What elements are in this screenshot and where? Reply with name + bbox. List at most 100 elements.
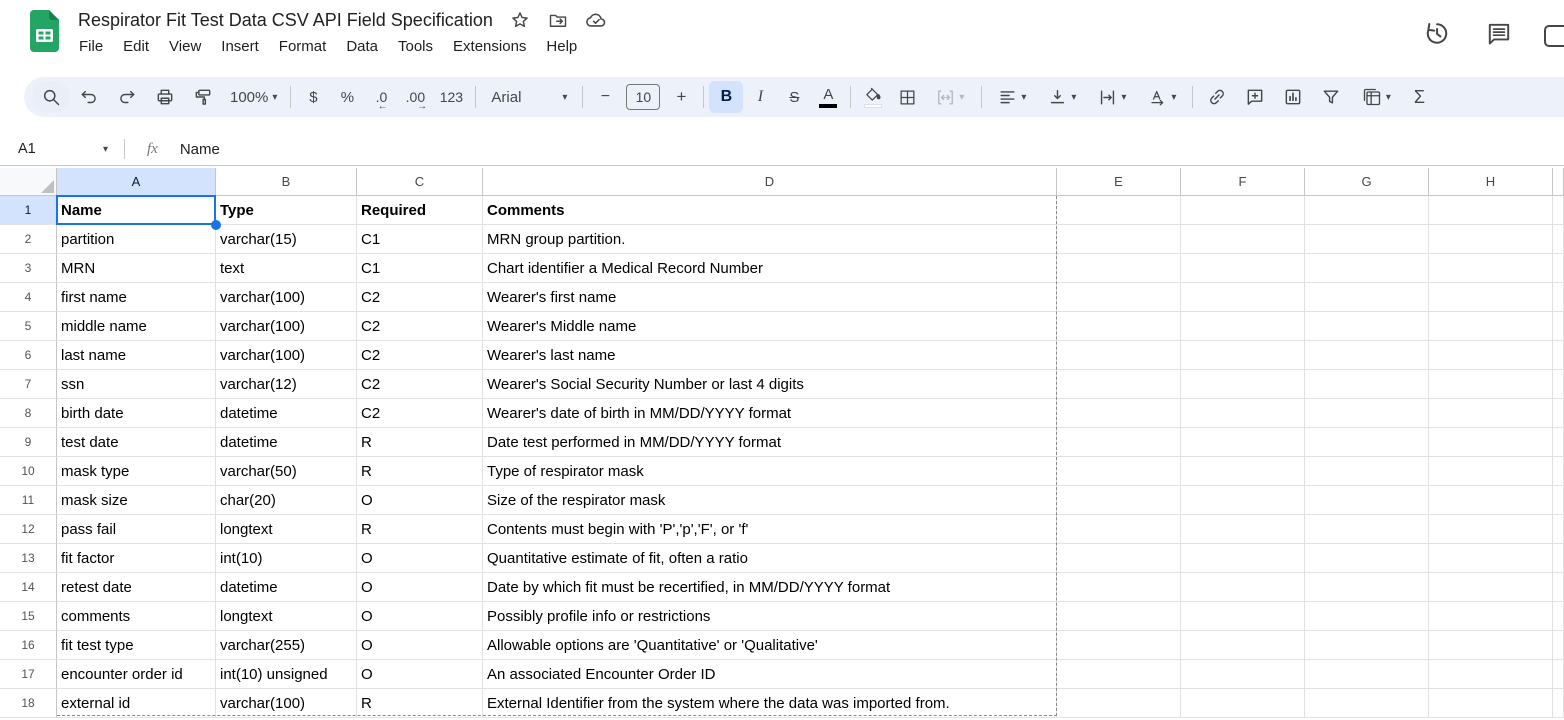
row-header-5[interactable]: 5	[0, 312, 57, 341]
cell-H3[interactable]	[1429, 254, 1553, 283]
cell-A13[interactable]: fit factor	[57, 544, 216, 573]
cell-H6[interactable]	[1429, 341, 1553, 370]
cell-F3[interactable]	[1181, 254, 1305, 283]
paint-format-icon[interactable]	[184, 81, 222, 113]
cell-B14[interactable]: datetime	[216, 573, 357, 602]
row-header-15[interactable]: 15	[0, 602, 57, 631]
cell-D13[interactable]: Quantitative estimate of fit, often a ra…	[483, 544, 1057, 573]
cell-D16[interactable]: Allowable options are 'Quantitative' or …	[483, 631, 1057, 660]
cell-F5[interactable]	[1181, 312, 1305, 341]
cell-E12[interactable]	[1057, 515, 1181, 544]
cell-D7[interactable]: Wearer's Social Security Number or last …	[483, 370, 1057, 399]
present-to-meet-icon[interactable]	[1544, 24, 1564, 53]
cell-G11[interactable]	[1305, 486, 1429, 515]
cell-C9[interactable]: R	[357, 428, 483, 457]
text-rotation-button[interactable]: ▾	[1137, 81, 1187, 113]
text-color-button[interactable]: A	[811, 81, 845, 113]
cell-B8[interactable]: datetime	[216, 399, 357, 428]
cell-G8[interactable]	[1305, 399, 1429, 428]
cell-H5[interactable]	[1429, 312, 1553, 341]
cell-B1[interactable]: Type	[216, 196, 357, 225]
cell-E10[interactable]	[1057, 457, 1181, 486]
cell-G17[interactable]	[1305, 660, 1429, 689]
row-header-9[interactable]: 9	[0, 428, 57, 457]
cell-C3[interactable]: C1	[357, 254, 483, 283]
zoom-select[interactable]: 100%▾	[222, 81, 285, 113]
column-header-D[interactable]: D	[483, 168, 1057, 196]
row-header-3[interactable]: 3	[0, 254, 57, 283]
cell-G1[interactable]	[1305, 196, 1429, 225]
cell-A7[interactable]: ssn	[57, 370, 216, 399]
insert-link-icon[interactable]	[1198, 81, 1236, 113]
cell-D18[interactable]: External Identifier from the system wher…	[483, 689, 1057, 718]
menu-file[interactable]: File	[69, 36, 113, 57]
cell-B18[interactable]: varchar(100)	[216, 689, 357, 718]
menu-help[interactable]: Help	[536, 36, 587, 57]
cell-B5[interactable]: varchar(100)	[216, 312, 357, 341]
move-to-folder-icon[interactable]	[547, 9, 569, 31]
cell-H18[interactable]	[1429, 689, 1553, 718]
cell-B13[interactable]: int(10)	[216, 544, 357, 573]
cell-E9[interactable]	[1057, 428, 1181, 457]
name-box[interactable]: A1 ▾	[0, 141, 108, 157]
font-size-input[interactable]: 10	[626, 84, 660, 110]
print-icon[interactable]	[146, 81, 184, 113]
cell-C2[interactable]: C1	[357, 225, 483, 254]
cell-H11[interactable]	[1429, 486, 1553, 515]
insert-chart-icon[interactable]	[1274, 81, 1312, 113]
decrease-decimal-button[interactable]: .0←	[364, 81, 398, 113]
cell-H7[interactable]	[1429, 370, 1553, 399]
text-wrap-button[interactable]: ▾	[1087, 81, 1137, 113]
cell-G6[interactable]	[1305, 341, 1429, 370]
cell-D12[interactable]: Contents must begin with 'P','p','F', or…	[483, 515, 1057, 544]
cell-A8[interactable]: birth date	[57, 399, 216, 428]
cell-F15[interactable]	[1181, 602, 1305, 631]
cell-F13[interactable]	[1181, 544, 1305, 573]
horizontal-align-button[interactable]: ▾	[987, 81, 1037, 113]
cell-F2[interactable]	[1181, 225, 1305, 254]
cell-E2[interactable]	[1057, 225, 1181, 254]
cell-A17[interactable]: encounter order id	[57, 660, 216, 689]
cell-C5[interactable]: C2	[357, 312, 483, 341]
cell-D11[interactable]: Size of the respirator mask	[483, 486, 1057, 515]
cell-G10[interactable]	[1305, 457, 1429, 486]
menu-format[interactable]: Format	[269, 36, 337, 57]
row-header-17[interactable]: 17	[0, 660, 57, 689]
row-header-8[interactable]: 8	[0, 399, 57, 428]
cell-C7[interactable]: C2	[357, 370, 483, 399]
cell-B4[interactable]: varchar(100)	[216, 283, 357, 312]
row-header-6[interactable]: 6	[0, 341, 57, 370]
cell-C17[interactable]: O	[357, 660, 483, 689]
cell-C18[interactable]: R	[357, 689, 483, 718]
cell-B16[interactable]: varchar(255)	[216, 631, 357, 660]
cell-B12[interactable]: longtext	[216, 515, 357, 544]
increase-decimal-button[interactable]: .00→	[398, 81, 432, 113]
cell-G4[interactable]	[1305, 283, 1429, 312]
cell-B7[interactable]: varchar(12)	[216, 370, 357, 399]
menu-data[interactable]: Data	[336, 36, 388, 57]
cell-E16[interactable]	[1057, 631, 1181, 660]
cell-A16[interactable]: fit test type	[57, 631, 216, 660]
cell-F11[interactable]	[1181, 486, 1305, 515]
format-currency-button[interactable]: $	[296, 81, 330, 113]
column-header-A[interactable]: A	[57, 168, 216, 196]
bold-button[interactable]: B	[709, 81, 743, 113]
cell-E1[interactable]	[1057, 196, 1181, 225]
cell-E18[interactable]	[1057, 689, 1181, 718]
cell-H2[interactable]	[1429, 225, 1553, 254]
cell-A5[interactable]: middle name	[57, 312, 216, 341]
cell-B17[interactable]: int(10) unsigned	[216, 660, 357, 689]
cell-H10[interactable]	[1429, 457, 1553, 486]
menu-insert[interactable]: Insert	[211, 36, 269, 57]
cell-F9[interactable]	[1181, 428, 1305, 457]
strikethrough-button[interactable]: S	[777, 81, 811, 113]
borders-icon[interactable]	[890, 81, 924, 113]
column-header-E[interactable]: E	[1057, 168, 1181, 196]
cell-F10[interactable]	[1181, 457, 1305, 486]
cell-E8[interactable]	[1057, 399, 1181, 428]
cell-C8[interactable]: C2	[357, 399, 483, 428]
cell-F14[interactable]	[1181, 573, 1305, 602]
cell-A4[interactable]: first name	[57, 283, 216, 312]
cell-D4[interactable]: Wearer's first name	[483, 283, 1057, 312]
cell-C11[interactable]: O	[357, 486, 483, 515]
